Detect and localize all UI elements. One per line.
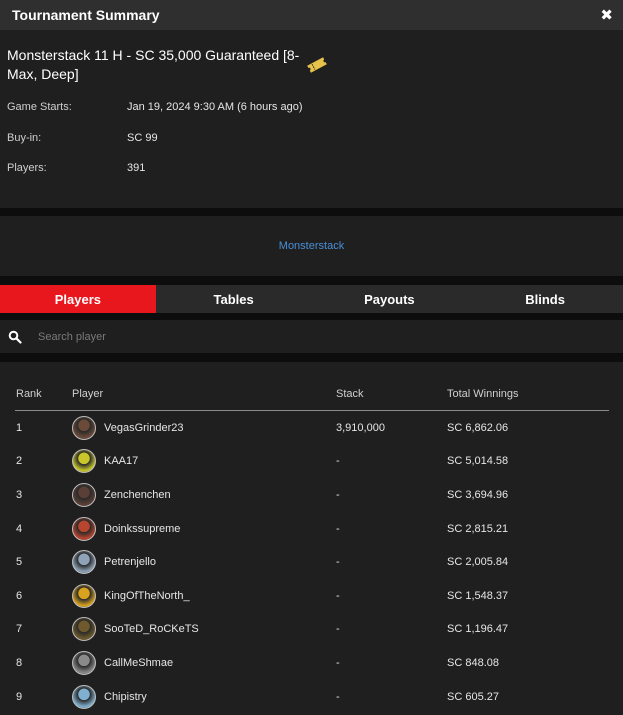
field-value: Jan 19, 2024 9:30 AM (6 hours ago) [127, 101, 303, 113]
series-panel: Monsterstack [0, 216, 623, 276]
rank-cell: 6 [16, 589, 23, 602]
search-bar [0, 320, 623, 353]
tab-tables[interactable]: Tables [156, 285, 312, 313]
close-icon[interactable]: ✖ [600, 8, 613, 23]
tournament-name: Monsterstack 11 H - SC 35,000 Guaranteed… [7, 47, 300, 82]
column-header-rank[interactable]: Rank [16, 388, 42, 400]
stack-cell: - [336, 455, 340, 468]
winnings-cell: SC 5,014.58 [447, 455, 509, 468]
tab-blinds[interactable]: Blinds [467, 285, 623, 313]
winnings-cell: SC 2,005.84 [447, 556, 509, 569]
stack-cell: - [336, 690, 340, 703]
winnings-cell: SC 1,548.37 [447, 589, 509, 602]
player-name: Doinkssupreme [104, 522, 181, 535]
winnings-cell: SC 3,694.96 [447, 488, 509, 501]
player-name: SooTeD_RoCKeTS [104, 623, 199, 636]
avatar [72, 415, 96, 440]
rank-cell: 8 [16, 656, 23, 669]
avatar [72, 650, 96, 675]
tournament-info-panel: Monsterstack 11 H - SC 35,000 Guaranteed… [0, 30, 623, 208]
players-table: Rank Player Stack Total Winnings 1 VegasG… [0, 362, 623, 715]
tab-payouts[interactable]: Payouts [312, 285, 468, 313]
table-row[interactable]: 3 Zenchenchen - SC 3,694.96 [15, 478, 609, 512]
avatar [72, 583, 96, 608]
avatar [72, 516, 96, 541]
winnings-cell: SC 848.08 [447, 656, 499, 669]
avatar [72, 617, 96, 642]
rank-cell: 9 [16, 690, 23, 703]
stack-cell: - [336, 589, 340, 602]
table-row[interactable]: 9 Chipistry - SC 605.27 [15, 680, 609, 714]
search-input[interactable] [36, 329, 540, 344]
player-name: CallMeShmae [104, 656, 174, 669]
stack-cell: - [336, 556, 340, 569]
rank-cell: 2 [16, 455, 23, 468]
table-header: Rank Player Stack Total Winnings [15, 382, 609, 411]
field-value: 391 [127, 162, 146, 174]
title-bar: Tournament Summary ✖ [0, 0, 623, 30]
column-header-winnings[interactable]: Total Winnings [447, 388, 519, 400]
stack-cell: - [336, 488, 340, 501]
stack-cell: - [336, 522, 340, 535]
player-name: KingOfTheNorth_ [104, 589, 190, 602]
winnings-cell: SC 605.27 [447, 690, 499, 703]
field-label: Players: [7, 162, 47, 174]
table-row[interactable]: 5 Petrenjello - SC 2,005.84 [15, 545, 609, 579]
tab-players[interactable]: Players [0, 285, 156, 313]
rank-cell: 7 [16, 623, 23, 636]
series-link[interactable]: Monsterstack [279, 240, 344, 252]
column-header-stack[interactable]: Stack [336, 388, 364, 400]
table-row[interactable]: 7 SooTeD_RoCKeTS - SC 1,196.47 [15, 613, 609, 647]
rank-cell: 4 [16, 522, 23, 535]
table-row[interactable]: 6 KingOfTheNorth_ - SC 1,548.37 [15, 579, 609, 613]
ticket-icon [307, 57, 327, 73]
table-row[interactable]: 1 VegasGrinder23 3,910,000 SC 6,862.06 [15, 411, 609, 445]
stack-cell: - [336, 656, 340, 669]
avatar [72, 482, 96, 507]
player-name: Chipistry [104, 690, 147, 703]
stack-cell: 3,910,000 [336, 421, 385, 434]
stack-cell: - [336, 623, 340, 636]
avatar [72, 550, 96, 575]
avatar [72, 449, 96, 474]
table-row[interactable]: 2 KAA17 - SC 5,014.58 [15, 445, 609, 479]
winnings-cell: SC 2,815.21 [447, 522, 509, 535]
rank-cell: 5 [16, 556, 23, 569]
avatar [72, 684, 96, 709]
search-icon [8, 330, 22, 344]
column-header-player[interactable]: Player [72, 388, 103, 400]
player-name: Zenchenchen [104, 488, 171, 501]
rank-cell: 1 [16, 421, 23, 434]
tab-bar: Players Tables Payouts Blinds [0, 285, 623, 313]
dialog-title: Tournament Summary [12, 7, 160, 23]
player-name: KAA17 [104, 455, 139, 468]
player-name: Petrenjello [104, 556, 156, 569]
rank-cell: 3 [16, 488, 23, 501]
winnings-cell: SC 1,196.47 [447, 623, 509, 636]
player-name: VegasGrinder23 [104, 421, 184, 434]
table-row[interactable]: 4 Doinkssupreme - SC 2,815.21 [15, 512, 609, 546]
field-label: Buy-in: [7, 132, 42, 144]
field-label: Game Starts: [7, 101, 72, 113]
table-row[interactable]: 8 CallMeShmae - SC 848.08 [15, 646, 609, 680]
winnings-cell: SC 6,862.06 [447, 421, 509, 434]
field-value: SC 99 [127, 132, 158, 144]
